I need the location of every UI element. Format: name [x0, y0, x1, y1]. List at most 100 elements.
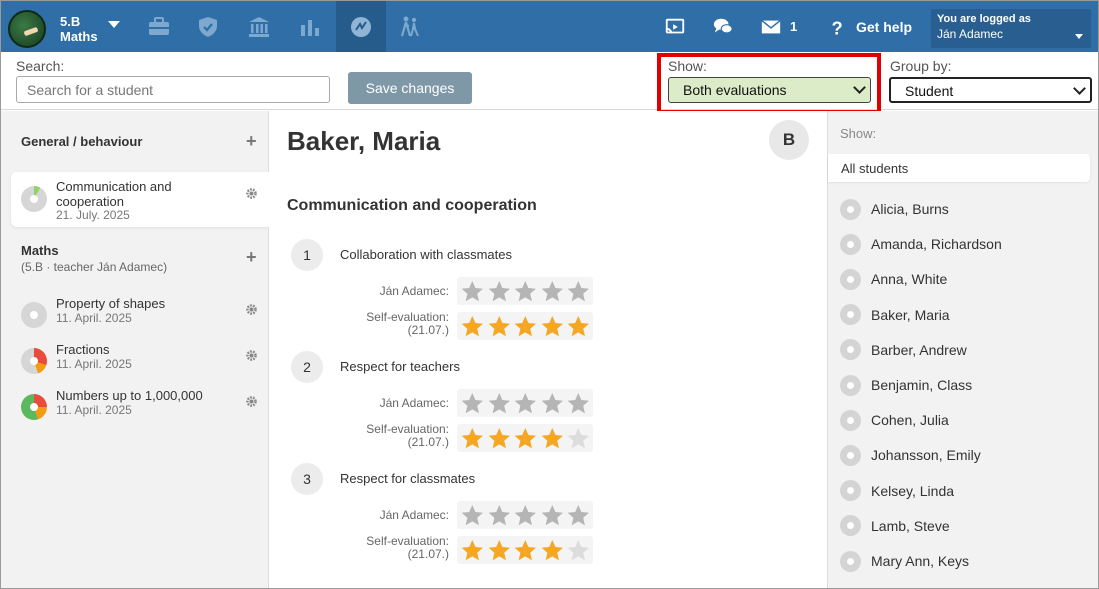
- mail-count-badge: 1: [790, 19, 798, 34]
- student-status-icon: [840, 444, 861, 466]
- gear-icon[interactable]: [245, 395, 258, 408]
- star-empty-icon[interactable]: [540, 391, 565, 416]
- student-list-item[interactable]: Lamb, Steve: [840, 514, 950, 538]
- section-title: Communication and cooperation: [287, 197, 537, 214]
- show-select[interactable]: Both evaluations: [668, 77, 871, 103]
- student-list-item[interactable]: Kelsey, Linda: [840, 479, 954, 503]
- progress-pie-icon: [21, 302, 47, 328]
- student-status-icon: [840, 268, 861, 290]
- star-empty-icon[interactable]: [540, 279, 565, 304]
- progress-pie-icon: [21, 394, 47, 420]
- briefcase-icon[interactable]: [134, 7, 184, 47]
- bar-chart-icon[interactable]: [285, 7, 335, 47]
- criterion-number: 2: [291, 351, 323, 383]
- star-empty-icon: [568, 539, 590, 560]
- class-dropdown-caret-icon[interactable]: [108, 21, 120, 28]
- star-filled-icon: [488, 539, 510, 560]
- lesson-item-communication[interactable]: Communication and cooperation 21. July. …: [11, 172, 269, 227]
- star-empty-icon[interactable]: [460, 391, 485, 416]
- all-students-filter[interactable]: All students: [828, 154, 1090, 182]
- class-selector[interactable]: 5.B Maths: [60, 14, 98, 44]
- lesson-date: 11. April. 2025: [56, 311, 132, 325]
- class-logo-icon[interactable]: [8, 10, 46, 48]
- star-empty-icon[interactable]: [566, 279, 591, 304]
- star-empty-icon[interactable]: [487, 391, 512, 416]
- star-filled-icon: [514, 315, 537, 336]
- group-by-select[interactable]: Student: [889, 77, 1092, 103]
- teacher-star-rating[interactable]: [457, 501, 593, 529]
- star-filled-icon: [488, 427, 510, 448]
- show-select-value: Both evaluations: [683, 82, 787, 98]
- mail-button[interactable]: 1: [760, 1, 797, 52]
- student-list-name: Kelsey, Linda: [871, 482, 955, 499]
- self-eval-label: Self-evaluation: (21.07.): [289, 311, 449, 337]
- chevron-down-icon: [1073, 82, 1086, 95]
- filter-bar: Search: Save changes Show: Both evaluati…: [1, 52, 1098, 114]
- student-list-item[interactable]: Baker, Maria: [840, 303, 950, 327]
- lesson-list-panel: General / behaviour + Communication and …: [1, 111, 269, 588]
- institution-icon[interactable]: [234, 7, 284, 47]
- star-empty-icon[interactable]: [460, 279, 485, 304]
- star-empty-icon[interactable]: [513, 391, 538, 416]
- teacher-eval-label: Ján Adamec:: [379, 396, 449, 410]
- teacher-star-rating[interactable]: [457, 277, 593, 305]
- gear-icon[interactable]: [245, 303, 258, 316]
- self-star-rating: [457, 312, 593, 340]
- student-list-item[interactable]: Alicia, Burns: [840, 197, 949, 221]
- student-list-name: Lamb, Steve: [871, 517, 950, 534]
- help-button[interactable]: ? Get help: [826, 1, 913, 52]
- student-list-name: Johansson, Emily: [871, 447, 981, 464]
- star-empty-icon[interactable]: [487, 503, 512, 528]
- save-button[interactable]: Save changes: [348, 72, 472, 104]
- group-subtitle-maths: (5.B · teacher Ján Adamec): [21, 260, 168, 274]
- help-label: Get help: [856, 18, 913, 35]
- shield-check-icon[interactable]: [183, 7, 233, 47]
- student-filter-label: Show:: [840, 126, 877, 141]
- student-list-item[interactable]: Amanda, Richardson: [840, 232, 1002, 256]
- star-empty-icon[interactable]: [513, 503, 538, 528]
- lesson-name: Fractions: [56, 342, 110, 357]
- evaluation-icon[interactable]: [336, 1, 386, 52]
- lesson-name: Property of shapes: [56, 296, 166, 311]
- lesson-item-numbers[interactable]: Numbers up to 1,000,000 11. April. 2025: [11, 380, 269, 435]
- student-list-item[interactable]: Barber, Andrew: [840, 338, 967, 362]
- student-list-name: Amanda, Richardson: [871, 236, 1002, 253]
- search-input[interactable]: [16, 76, 330, 103]
- student-list-item[interactable]: Johansson, Emily: [840, 443, 981, 467]
- student-list-item[interactable]: Cohen, Julia: [840, 408, 949, 432]
- criterion-name: Respect for teachers: [340, 359, 460, 374]
- star-filled-icon: [541, 427, 563, 448]
- svg-text:?: ?: [832, 17, 843, 38]
- star-empty-icon[interactable]: [460, 503, 485, 528]
- lesson-name: Communication and cooperation: [56, 179, 172, 209]
- self-eval-date: (21.07.): [407, 435, 449, 449]
- self-eval-label: Self-evaluation: (21.07.): [289, 535, 449, 561]
- student-initial-badge[interactable]: B: [769, 120, 809, 160]
- student-status-icon: [840, 550, 861, 572]
- student-list-item[interactable]: Mary Ann, Keys: [840, 549, 969, 573]
- star-filled-icon: [568, 315, 590, 336]
- star-empty-icon[interactable]: [566, 503, 591, 528]
- add-lesson-icon[interactable]: +: [246, 131, 257, 152]
- star-empty-icon[interactable]: [487, 279, 512, 304]
- gear-icon[interactable]: [245, 187, 258, 200]
- student-list-item[interactable]: Benjamin, Class: [840, 373, 972, 397]
- group-title-maths: Maths: [21, 243, 59, 258]
- chat-icon[interactable]: [712, 1, 734, 52]
- star-empty-icon[interactable]: [540, 503, 565, 528]
- star-empty-icon[interactable]: [566, 391, 591, 416]
- student-status-icon: [840, 409, 861, 431]
- student-list-item[interactable]: Anna, White: [840, 267, 947, 291]
- self-eval-date: (21.07.): [407, 323, 449, 337]
- self-eval-date: (21.07.): [407, 547, 449, 561]
- cast-icon[interactable]: [664, 1, 686, 52]
- star-empty-icon[interactable]: [513, 279, 538, 304]
- students-walking-icon[interactable]: [385, 7, 435, 47]
- criterion-name: Respect for classmates: [340, 471, 476, 486]
- gear-icon[interactable]: [245, 349, 258, 362]
- teacher-star-rating[interactable]: [457, 389, 593, 417]
- self-eval-label: Self-evaluation: (21.07.): [289, 423, 449, 449]
- evaluation-panel: Baker, Maria B Communication and coopera…: [269, 111, 827, 588]
- add-lesson-icon[interactable]: +: [246, 247, 257, 268]
- user-menu[interactable]: You are logged as Ján Adamec: [931, 9, 1091, 48]
